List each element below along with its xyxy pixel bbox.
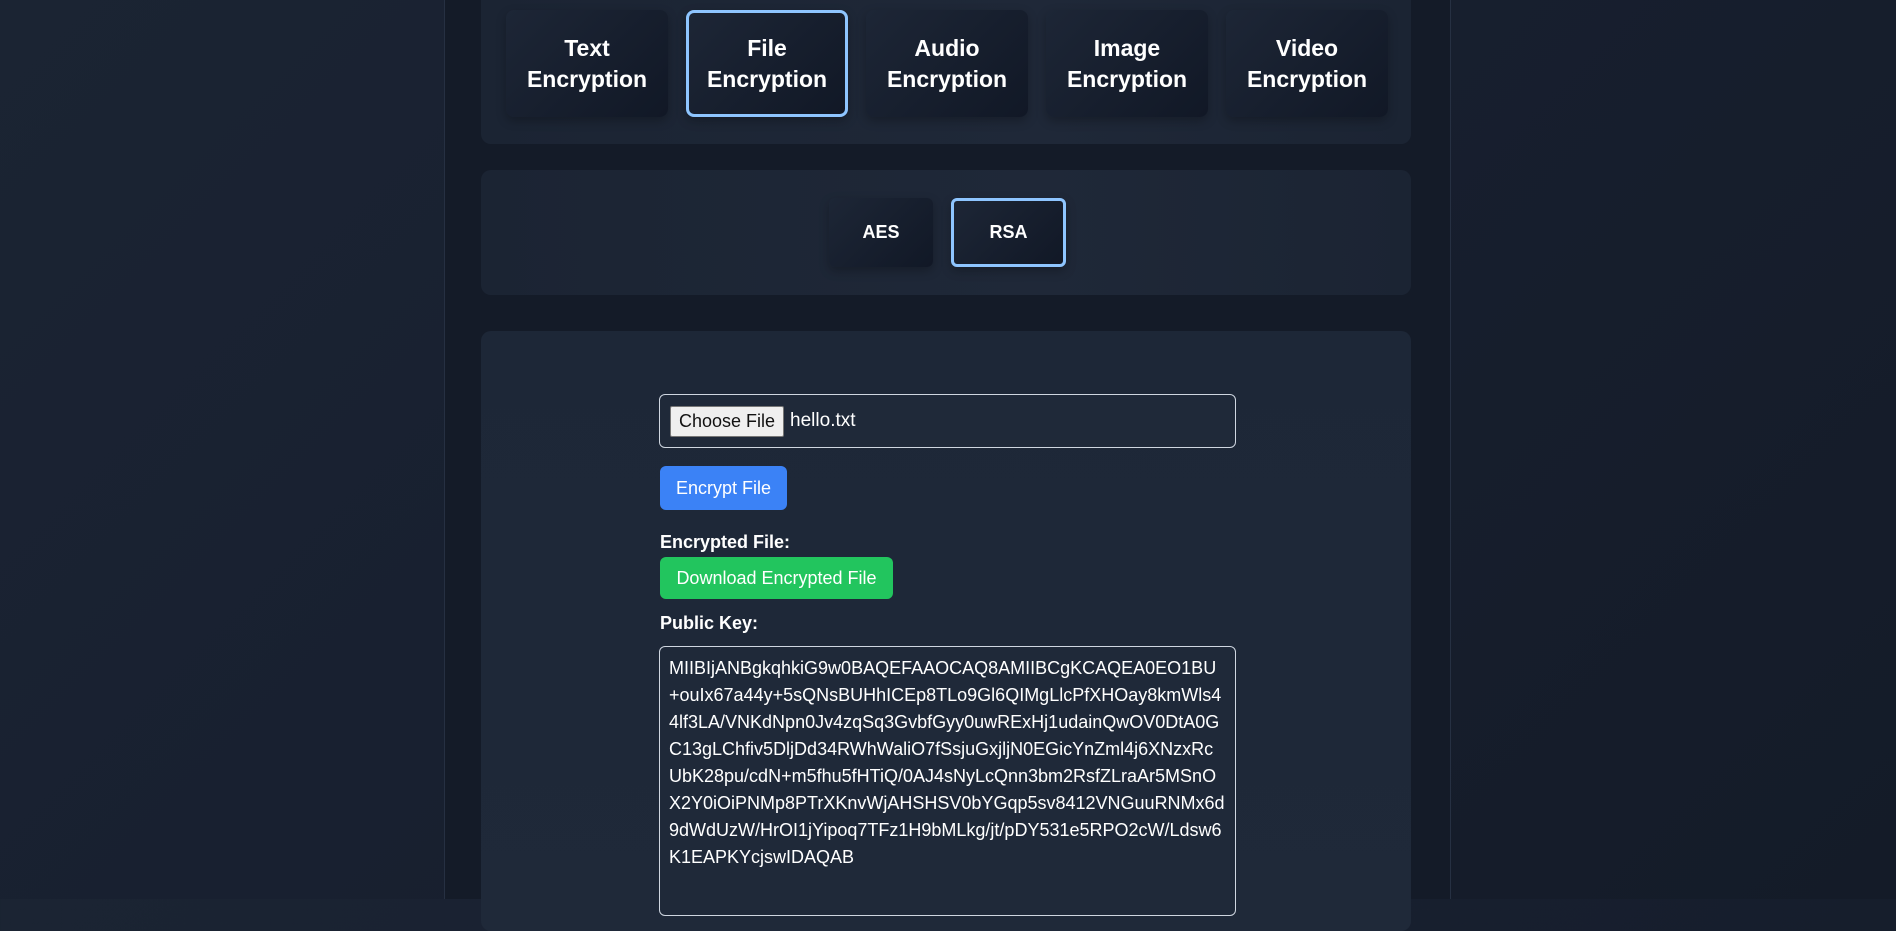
- tab-file-encryption[interactable]: File Encryption: [686, 10, 848, 117]
- public-key-label: Public Key:: [660, 613, 759, 633]
- download-encrypted-file-button[interactable]: Download Encrypted File: [660, 557, 893, 599]
- aes-button[interactable]: AES: [829, 198, 933, 267]
- tab-audio-encryption[interactable]: Audio Encryption: [866, 10, 1028, 117]
- tab-text-encryption[interactable]: Text Encryption: [506, 10, 668, 117]
- tab-video-encryption[interactable]: Video Encryption: [1226, 10, 1388, 117]
- file-input[interactable]: Choose File hello.txt: [659, 394, 1236, 448]
- selected-file-name: hello.txt: [790, 410, 856, 431]
- encrypted-file-label: Encrypted File:: [660, 532, 791, 552]
- public-key-textarea[interactable]: MIIBIjANBgkqhkiG9w0BAQEFAAOCAQ8AMIIBCgKC…: [659, 646, 1236, 916]
- tab-image-encryption[interactable]: Image Encryption: [1046, 10, 1208, 117]
- choose-file-button[interactable]: Choose File: [670, 405, 785, 437]
- encrypt-file-button[interactable]: Encrypt File: [660, 466, 787, 510]
- algorithm-selector: [481, 170, 1411, 295]
- rsa-button[interactable]: RSA: [951, 198, 1066, 267]
